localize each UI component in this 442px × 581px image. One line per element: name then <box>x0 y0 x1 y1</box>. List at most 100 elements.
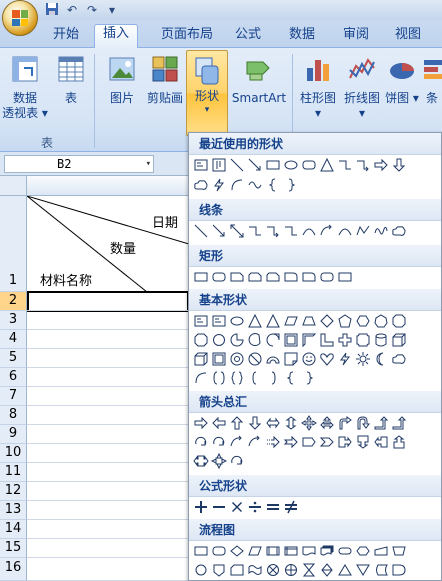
shape-plaque-icon[interactable] <box>355 332 371 348</box>
tab-page-layout[interactable]: 页面布局 <box>152 26 222 48</box>
shape-uturn-icon[interactable] <box>355 415 371 431</box>
row-header[interactable]: 11 <box>0 463 27 482</box>
shape-uarrow-icon[interactable] <box>229 415 245 431</box>
name-box-dropdown-icon[interactable]: ▾ <box>146 156 151 172</box>
row-header[interactable]: 7 <box>0 387 27 406</box>
shape-tri3-icon[interactable] <box>319 415 335 431</box>
shape-snip-icon[interactable] <box>229 269 245 285</box>
tab-review[interactable]: 审阅 <box>336 26 376 48</box>
shapes-button[interactable]: 形状 ▾ <box>186 50 228 136</box>
row-header[interactable]: 10 <box>0 444 27 463</box>
shape-lbracket-icon[interactable] <box>247 370 263 386</box>
shape-eqdiv-icon[interactable] <box>247 499 263 515</box>
shape-fmanualop-icon[interactable] <box>391 543 407 559</box>
shape-lbrace-icon[interactable] <box>283 370 299 386</box>
shape-heart-icon[interactable] <box>319 351 335 367</box>
shape-callup-icon[interactable] <box>391 434 407 450</box>
shape-fprocess-icon[interactable] <box>193 543 209 559</box>
shape-eqneq-icon[interactable] <box>283 499 299 515</box>
customize-qat-button[interactable]: ▾ <box>104 2 120 18</box>
shape-lightning-icon[interactable] <box>337 351 353 367</box>
shape-donut-icon[interactable] <box>229 351 245 367</box>
shape-wave-icon[interactable] <box>247 177 263 193</box>
shape-para-icon[interactable] <box>283 313 299 329</box>
shape-elbow-icon[interactable] <box>247 223 263 239</box>
shape-brace2-icon[interactable] <box>229 370 245 386</box>
shape-calldown-icon[interactable] <box>355 434 371 450</box>
row-header[interactable]: 14 <box>0 520 27 539</box>
shape-textbox-icon[interactable] <box>193 313 209 329</box>
shape-finternal-icon[interactable] <box>283 543 299 559</box>
shape-oval-icon[interactable] <box>283 157 299 173</box>
shape-arrowline-icon[interactable] <box>211 223 227 239</box>
row-header[interactable]: 4 <box>0 330 27 349</box>
shape-halfframe-icon[interactable] <box>301 332 317 348</box>
shape-elbow-icon[interactable] <box>337 157 353 173</box>
shape-fdecision-icon[interactable] <box>229 543 245 559</box>
shape-callquad-icon[interactable] <box>211 453 227 469</box>
shape-falt-icon[interactable] <box>211 543 227 559</box>
pie-chart-button[interactable]: 饼图 ▾ <box>384 54 420 106</box>
shape-for-icon[interactable] <box>283 562 299 578</box>
shape-cube-icon[interactable] <box>193 351 209 367</box>
table-button[interactable]: 表 <box>54 54 88 106</box>
shape-pent-icon[interactable] <box>337 313 353 329</box>
shape-chevron-icon[interactable] <box>319 434 335 450</box>
shape-elbowarrow-icon[interactable] <box>355 157 371 173</box>
shape-dblarrow-icon[interactable] <box>229 223 245 239</box>
shape-eqminus-icon[interactable] <box>211 499 227 515</box>
shape-fcard-icon[interactable] <box>229 562 245 578</box>
shape-bracket2-icon[interactable] <box>211 370 227 386</box>
row-header[interactable]: 12 <box>0 482 27 501</box>
shape-lshape-icon[interactable] <box>319 332 335 348</box>
shape-rect-icon[interactable] <box>265 157 281 173</box>
shape-circarrow2-icon[interactable] <box>211 434 227 450</box>
tab-formulas[interactable]: 公式 <box>228 26 268 48</box>
shape-blockarc-icon[interactable] <box>265 351 281 367</box>
shape-arc-icon[interactable] <box>229 177 245 193</box>
name-box[interactable]: B2 ▾ <box>4 155 154 173</box>
shape-cloud2-icon[interactable] <box>391 351 407 367</box>
shape-snip2-icon[interactable] <box>265 269 281 285</box>
row-header[interactable]: 9 <box>0 425 27 444</box>
shape-can-icon[interactable] <box>373 332 389 348</box>
shape-diamond-icon[interactable] <box>319 313 335 329</box>
shape-snip2-icon[interactable] <box>247 269 263 285</box>
shape-lightning-icon[interactable] <box>211 177 227 193</box>
shape-curve-icon[interactable] <box>301 223 317 239</box>
save-icon[interactable] <box>44 2 60 18</box>
shape-fprep-icon[interactable] <box>355 543 371 559</box>
shape-circarrow-icon[interactable] <box>193 434 209 450</box>
shape-bevel-icon[interactable] <box>211 351 227 367</box>
shape-darrow-icon[interactable] <box>391 157 407 173</box>
shape-circarrow-icon[interactable] <box>229 453 245 469</box>
row-header[interactable]: 6 <box>0 368 27 387</box>
undo-icon[interactable]: ↶ <box>64 2 80 18</box>
picture-button[interactable]: 图片 <box>104 54 140 106</box>
shape-arc-icon[interactable] <box>193 370 209 386</box>
shape-lbrace-icon[interactable] <box>265 177 281 193</box>
shape-fdelay-icon[interactable] <box>391 562 407 578</box>
shape-cloud-icon[interactable] <box>391 223 407 239</box>
shape-rect-icon[interactable] <box>193 269 209 285</box>
shape-trap-icon[interactable] <box>301 313 317 329</box>
shape-curvearrow-icon[interactable] <box>229 434 245 450</box>
shape-calllr-icon[interactable] <box>193 453 209 469</box>
shape-fconn-icon[interactable] <box>193 562 209 578</box>
shape-pie-icon[interactable] <box>229 332 245 348</box>
shape-fmerge-icon[interactable] <box>355 562 371 578</box>
shape-elbow-icon[interactable] <box>283 223 299 239</box>
shape-udarrow-icon[interactable] <box>283 415 299 431</box>
shape-curvearrow-icon[interactable] <box>247 434 263 450</box>
row-header[interactable]: 16 <box>0 558 27 581</box>
row-header[interactable]: 1 <box>0 196 27 292</box>
tab-view[interactable]: 视图 <box>388 26 428 48</box>
shape-fdoc-icon[interactable] <box>301 543 317 559</box>
shape-callright-icon[interactable] <box>337 434 353 450</box>
shape-smiley-icon[interactable] <box>301 351 317 367</box>
shape-fextract-icon[interactable] <box>337 562 353 578</box>
shape-notched-icon[interactable] <box>283 434 299 450</box>
shape-stripe-icon[interactable] <box>265 434 281 450</box>
shape-fstored-icon[interactable] <box>373 562 389 578</box>
shape-hex-icon[interactable] <box>355 313 371 329</box>
